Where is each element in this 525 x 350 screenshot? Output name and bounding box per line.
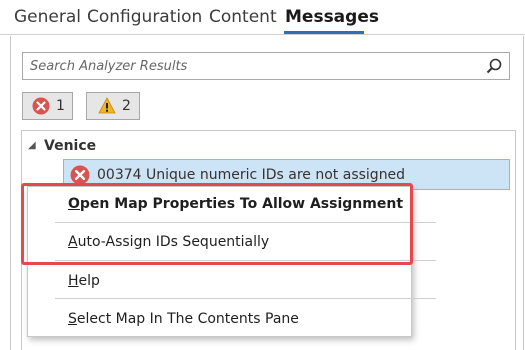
tab-content[interactable]: Content (209, 7, 277, 27)
tree-group-label[interactable]: Venice (44, 138, 96, 154)
error-icon (70, 165, 90, 185)
menu-item-select-map[interactable]: Select Map In The Contents Pane (68, 311, 299, 327)
error-icon (32, 97, 50, 115)
search-placeholder: Search Analyzer Results (30, 59, 188, 74)
accelerator-key: S (68, 311, 77, 327)
menu-item-auto-assign-ids[interactable]: Auto-Assign IDs Sequentially (68, 234, 269, 250)
menu-item-label: elp (78, 273, 100, 289)
menu-item-label: uto-Assign IDs Sequentially (77, 234, 270, 250)
errors-filter-button[interactable]: 1 (22, 92, 73, 120)
accelerator-key: O (68, 196, 80, 212)
errors-count: 1 (56, 98, 65, 114)
accelerator-key: A (68, 234, 78, 250)
tab-messages[interactable]: Messages (285, 7, 379, 27)
context-menu: Open Map Properties To Allow Assignment … (27, 186, 436, 337)
menu-item-help[interactable]: Help (68, 273, 100, 289)
message-code: 00374 (97, 167, 142, 183)
warnings-filter-button[interactable]: 2 (86, 92, 140, 120)
tab-general[interactable]: General (14, 7, 81, 27)
warnings-count: 2 (122, 98, 131, 114)
menu-separator (55, 260, 436, 261)
accelerator-key: H (68, 273, 79, 289)
message-description: Unique numeric IDs are not assigned (146, 167, 406, 183)
message-text: 00374 Unique numeric IDs are not assigne… (97, 167, 405, 183)
menu-item-open-map-properties[interactable]: Open Map Properties To Allow Assignment (68, 196, 403, 212)
menu-item-label: pen Map Properties To Allow Assignment (79, 196, 404, 212)
menu-separator (55, 298, 436, 299)
search-input[interactable]: Search Analyzer Results (22, 52, 510, 80)
menu-separator (55, 222, 436, 223)
tab-bar: General Configuration Content Messages (0, 0, 525, 36)
tab-configuration[interactable]: Configuration (87, 7, 202, 27)
tab-divider (0, 34, 525, 35)
menu-item-label: elect Map In The Contents Pane (76, 311, 299, 327)
collapse-caret-icon[interactable]: ◢ (28, 140, 36, 151)
search-icon[interactable] (485, 57, 503, 75)
warning-icon (98, 97, 116, 114)
